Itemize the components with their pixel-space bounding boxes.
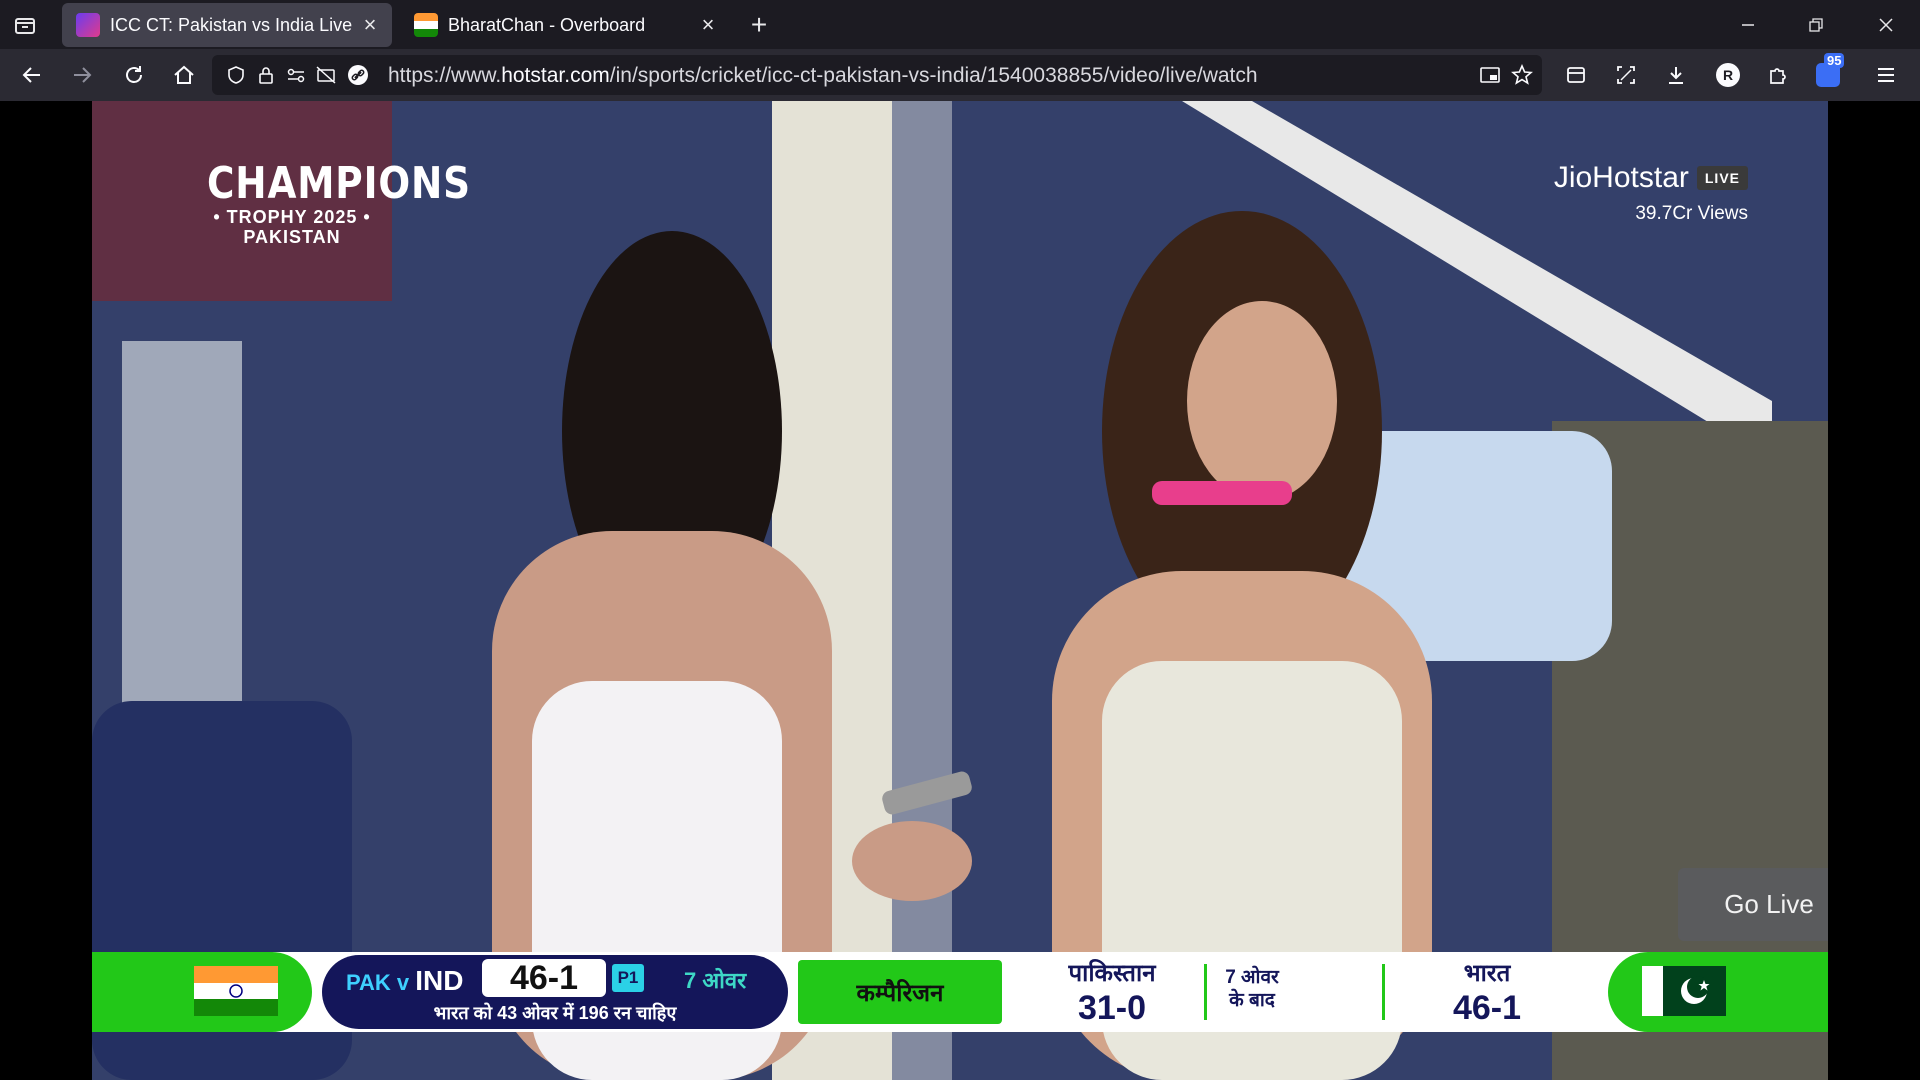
go-live-button[interactable]: Go Live [1678, 868, 1828, 941]
url-prefix: https://www. [388, 64, 502, 87]
restore-window-icon[interactable] [1782, 0, 1850, 49]
tracking-protection-shield-icon[interactable] [224, 63, 248, 87]
home-icon[interactable] [168, 59, 200, 91]
overs-count: 7 ओवर [684, 968, 747, 993]
screenshot-icon[interactable] [1610, 59, 1642, 91]
forward-icon[interactable] [66, 59, 98, 91]
picture-in-picture-icon[interactable] [1478, 63, 1502, 87]
close-tab-icon[interactable]: × [694, 11, 722, 39]
team1-label: पाकिस्तान [1068, 960, 1156, 987]
team2-label: भारत [1463, 960, 1511, 987]
hotstar-favicon-icon [76, 13, 100, 37]
broadcaster-brand: JioHotstar LIVE [1554, 161, 1748, 195]
team2-comparison: भारत 46-1 [1412, 956, 1562, 1027]
tab-overview-icon[interactable] [10, 10, 40, 40]
address-bar[interactable]: https://www.hotstar.com/in/sports/cricke… [212, 55, 1542, 95]
close-window-icon[interactable] [1852, 0, 1920, 49]
tab-bharatchan[interactable]: BharatChan - Overboard × [400, 3, 730, 47]
tab-strip: ICC CT: Pakistan vs India Live v × Bhara… [0, 0, 1920, 49]
extension-badge-count: 95 [1824, 53, 1845, 68]
new-tab-button[interactable]: + [744, 9, 774, 40]
after-overs-line1: 7 ओवर [1225, 967, 1279, 988]
match-score-pill: PAK v IND 46-1 P1 7 ओवर भारत को 43 ओवर म… [322, 955, 788, 1029]
reload-icon[interactable] [118, 59, 150, 91]
navigation-toolbar: https://www.hotstar.com/in/sports/cricke… [0, 49, 1920, 101]
target-requirement: भारत को 43 ओवर में 196 रन चाहिए [433, 1003, 677, 1023]
team1-comparison: पाकिस्तान 31-0 [1042, 956, 1182, 1027]
view-count: 39.7Cr Views [1635, 203, 1748, 224]
live-badge: LIVE [1696, 166, 1748, 190]
match-prefix: PAK v [346, 970, 416, 995]
batting-team: IND [415, 965, 464, 996]
bookmark-star-icon[interactable] [1510, 63, 1534, 87]
url-path: /in/sports/cricket/icc-ct-pakistan-vs-in… [609, 64, 1258, 87]
after-overs-label: 7 ओवर के बाद [1192, 966, 1312, 1012]
minimize-window-icon[interactable] [1714, 0, 1782, 49]
comparison-button[interactable]: कम्पैरिजन [798, 960, 1002, 1024]
powerplay-badge: P1 [612, 964, 644, 992]
reader-view-icon[interactable] [1560, 59, 1592, 91]
tab-hotstar[interactable]: ICC CT: Pakistan vs India Live v × [62, 3, 392, 47]
close-tab-icon[interactable]: × [356, 11, 384, 39]
team2-score: 46-1 [1452, 989, 1522, 1027]
back-icon[interactable] [16, 59, 48, 91]
lock-icon[interactable] [254, 63, 278, 87]
scoreboard: PAK v IND 46-1 P1 7 ओवर भारत को 43 ओवर म… [92, 952, 1828, 1032]
video-frame [92, 101, 1828, 1080]
logo-line1: CHAMPIONS [207, 158, 471, 209]
extension-addon-icon[interactable]: 95 [1812, 53, 1845, 91]
tab-title: ICC CT: Pakistan vs India Live v [110, 14, 356, 35]
champions-trophy-logo: CHAMPIONS • TROPHY 2025 • PAKISTAN [192, 158, 471, 248]
brand-name: JioHotstar [1553, 161, 1689, 194]
permissions-icon[interactable] [284, 63, 308, 87]
pakistan-flag-icon [1642, 966, 1726, 1016]
current-score: 46-1 [482, 959, 606, 997]
logo-line3: PAKISTAN [243, 227, 341, 247]
autoplay-blocked-icon[interactable] [314, 63, 338, 87]
url-text[interactable]: https://www.hotstar.com/in/sports/cricke… [388, 64, 1258, 88]
profile-initial: R [1716, 63, 1740, 87]
bharatchan-favicon-icon [414, 13, 438, 37]
app-menu-icon[interactable] [1870, 59, 1902, 91]
url-host: hotstar.com [501, 64, 610, 87]
after-overs-line2: के बाद [1229, 990, 1275, 1011]
profile-avatar-icon[interactable]: R [1712, 59, 1744, 91]
downloads-icon[interactable] [1660, 59, 1692, 91]
link-icon[interactable] [346, 63, 370, 87]
logo-line2: • TROPHY 2025 • [213, 207, 371, 227]
india-flag-icon [194, 966, 278, 1016]
extensions-puzzle-icon[interactable] [1762, 59, 1794, 91]
video-player[interactable]: CHAMPIONS • TROPHY 2025 • PAKISTAN JioHo… [92, 101, 1828, 1080]
divider [1382, 964, 1385, 1020]
match-label: PAK v IND [346, 965, 464, 997]
team1-score: 31-0 [1077, 989, 1147, 1027]
tab-title: BharatChan - Overboard [448, 14, 646, 35]
